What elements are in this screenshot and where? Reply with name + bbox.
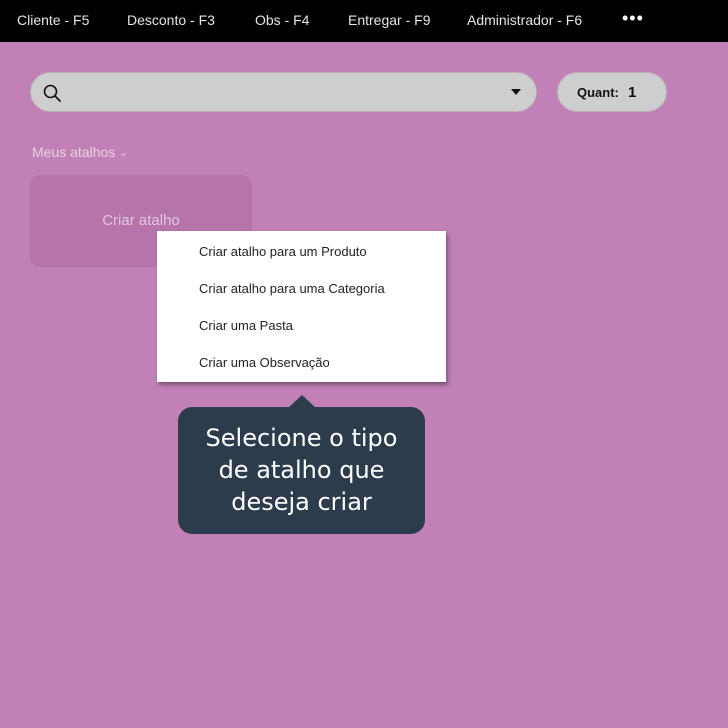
nav-cliente[interactable]: Cliente - F5 [17,12,89,28]
quantity-value[interactable]: 1 [628,84,636,101]
tooltip-arrow [288,395,316,408]
nav-desconto[interactable]: Desconto - F3 [127,12,215,28]
tooltip-line: Selecione o tipo [205,424,398,452]
search-icon [43,84,61,102]
chevron-down-icon: ⌄ [119,148,128,159]
create-shortcut-label: Criar atalho [102,212,180,229]
nav-administrador[interactable]: Administrador - F6 [467,12,582,28]
quantity-label: Quant: [577,85,619,100]
menu-item-create-product-shortcut[interactable]: Criar atalho para um Produto [199,244,367,259]
tooltip-line: de atalho que [218,456,385,484]
nav-obs[interactable]: Obs - F4 [255,12,309,28]
tooltip-bubble: Selecione o tipo de atalho que deseja cr… [178,395,425,534]
search-input[interactable] [71,79,491,105]
quantity-field[interactable]: Quant: 1 [557,72,667,112]
tooltip-text: Selecione o tipo de atalho que deseja cr… [178,422,425,518]
menu-item-create-category-shortcut[interactable]: Criar atalho para uma Categoria [199,281,385,296]
menu-item-create-folder[interactable]: Criar uma Pasta [199,318,293,333]
nav-entregar[interactable]: Entregar - F9 [348,12,430,28]
tooltip-line: deseja criar [231,488,372,516]
more-horizontal-icon[interactable]: ••• [622,8,644,29]
search-bar [30,72,537,112]
caret-down-icon[interactable] [511,89,521,95]
shortcuts-section-label: Meus atalhos [32,144,116,160]
top-navigation-bar: Cliente - F5 Desconto - F3 Obs - F4 Entr… [0,0,728,42]
create-shortcut-menu: Criar atalho para um Produto Criar atalh… [157,231,446,382]
menu-item-create-observation[interactable]: Criar uma Observação [199,355,330,370]
shortcuts-section-toggle[interactable]: Meus atalhos ⌄ [32,144,128,160]
